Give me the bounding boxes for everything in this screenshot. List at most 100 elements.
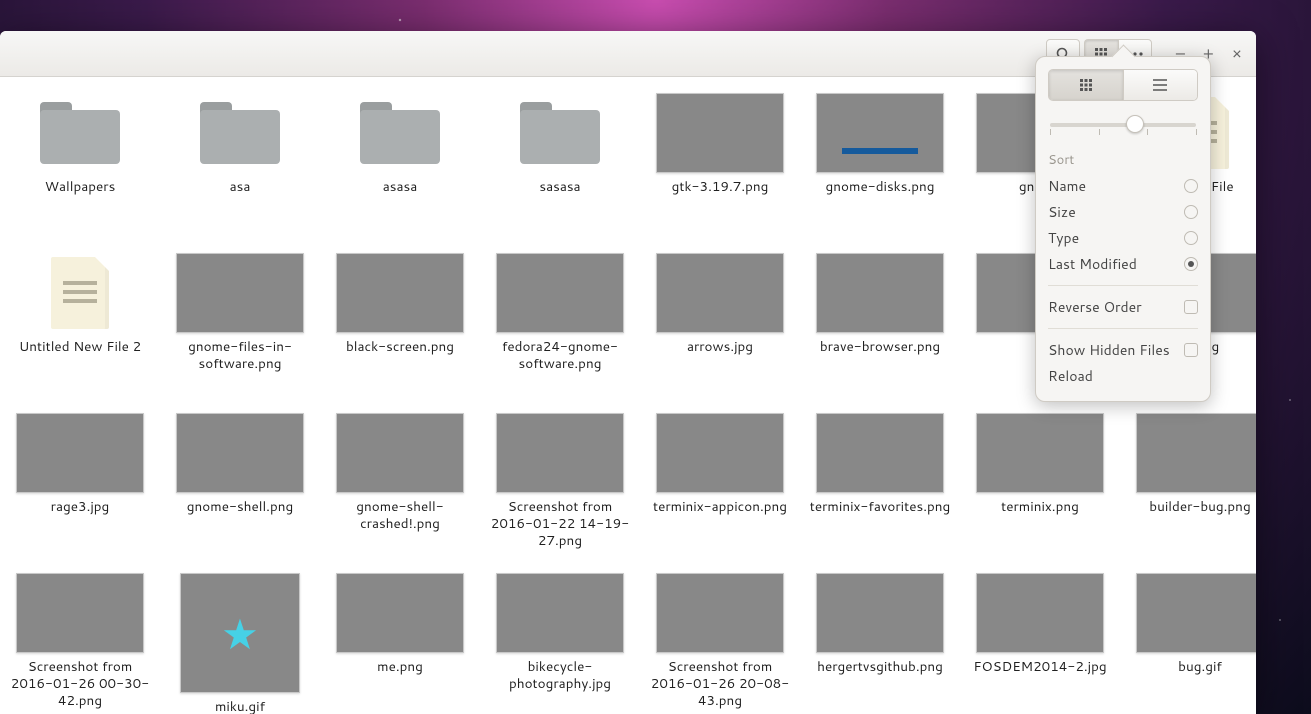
image-thumbnail (16, 413, 144, 493)
image-item[interactable]: FOSDEM2014-2.jpg (960, 569, 1120, 714)
image-thumbnail (496, 253, 624, 333)
file-label: builder-bug.png (1149, 499, 1250, 516)
image-thumbnail (816, 93, 944, 173)
image-item[interactable]: Screenshot from 2016-01-26 20-08-43.png (640, 569, 800, 714)
image-thumbnail (976, 573, 1104, 653)
image-item[interactable]: miku.gif (160, 569, 320, 714)
file-label: gnome-disks.png (826, 179, 935, 196)
file-label: bug.gif (1178, 659, 1222, 676)
file-label: terminix-favorites.png (810, 499, 950, 516)
image-thumbnail (656, 573, 784, 653)
image-thumbnail (656, 253, 784, 333)
close-button[interactable]: × (1232, 42, 1242, 65)
image-item[interactable]: gnome-shell.png (160, 409, 320, 569)
image-thumbnail (176, 253, 304, 333)
sort-option-radio[interactable] (1184, 257, 1198, 271)
sort-option-label: Last Modified (1048, 254, 1137, 274)
file-label: miku.gif (215, 699, 265, 714)
folder-icon (176, 93, 304, 173)
file-label: Untitled New File 2 (19, 339, 141, 356)
list-view-button[interactable] (1123, 70, 1198, 100)
image-item[interactable]: terminix-appicon.png (640, 409, 800, 569)
slider-track (1050, 123, 1196, 127)
slider-tick (1196, 129, 1197, 135)
folder-item[interactable]: Wallpapers (0, 89, 160, 249)
sort-option-label: Size (1048, 202, 1076, 222)
sort-option-radio[interactable] (1184, 231, 1198, 245)
icon-view-button[interactable] (1049, 70, 1123, 100)
image-item[interactable]: bikecycle-photography.jpg (480, 569, 640, 714)
image-item[interactable]: gnome-files-in-software.png (160, 249, 320, 409)
image-item[interactable]: me.png (320, 569, 480, 714)
image-thumbnail (496, 573, 624, 653)
folder-item[interactable]: sasasa (480, 89, 640, 249)
file-label: arrows.jpg (687, 339, 753, 356)
file-label: black-screen.png (346, 339, 454, 356)
slider-tick (1099, 129, 1100, 135)
image-item[interactable]: brave-browser.png (800, 249, 960, 409)
file-label: Screenshot from 2016-01-26 00-30-42.png (5, 659, 155, 710)
zoom-slider[interactable] (1050, 113, 1196, 137)
folder-item[interactable]: asa (160, 89, 320, 249)
slider-tick (1147, 129, 1148, 135)
separator (1048, 328, 1198, 329)
file-label: bikecycle-photography.jpg (485, 659, 635, 693)
image-item[interactable]: black-screen.png (320, 249, 480, 409)
image-thumbnail (816, 413, 944, 493)
image-item[interactable]: gtk-3.19.7.png (640, 89, 800, 249)
image-item[interactable]: Screenshot from 2016-01-26 00-30-42.png (0, 569, 160, 714)
slider-thumb[interactable] (1126, 115, 1144, 133)
sort-option-radio[interactable] (1184, 205, 1198, 219)
image-item[interactable]: gnome-shell-crashed!.png (320, 409, 480, 569)
reload-action[interactable]: Reload (1048, 363, 1198, 389)
view-options-popover: Sort NameSizeTypeLast Modified Reverse O… (1035, 56, 1211, 402)
separator (1048, 285, 1198, 286)
reverse-order-row[interactable]: Reverse Order (1048, 294, 1198, 320)
sort-option-size[interactable]: Size (1048, 199, 1198, 225)
grid-icon (1079, 78, 1093, 92)
reverse-order-checkbox[interactable] (1184, 300, 1198, 314)
file-label: me.png (377, 659, 423, 676)
sort-option-last-modified[interactable]: Last Modified (1048, 251, 1198, 277)
image-thumbnail (1136, 413, 1256, 493)
folder-item[interactable]: asasa (320, 89, 480, 249)
file-label: gtk-3.19.7.png (672, 179, 769, 196)
image-thumbnail (16, 573, 144, 653)
image-thumbnail (180, 573, 300, 693)
file-label: fedora24-gnome-software.png (485, 339, 635, 373)
image-item[interactable]: hergertvsgithub.png (800, 569, 960, 714)
image-thumbnail (336, 253, 464, 333)
image-item[interactable]: gnome-disks.png (800, 89, 960, 249)
textfile-item[interactable]: Untitled New File 2 (0, 249, 160, 409)
folder-icon (16, 93, 144, 173)
file-label: gnome-files-in-software.png (165, 339, 315, 373)
sort-option-type[interactable]: Type (1048, 225, 1198, 251)
image-item[interactable]: bug.gif (1120, 569, 1256, 714)
file-label: terminix-appicon.png (653, 499, 787, 516)
show-hidden-label: Show Hidden Files (1048, 340, 1170, 360)
image-thumbnail (1136, 573, 1256, 653)
show-hidden-row[interactable]: Show Hidden Files (1048, 337, 1198, 363)
image-thumbnail (656, 413, 784, 493)
file-label: brave-browser.png (820, 339, 940, 356)
folder-icon (336, 93, 464, 173)
sort-option-radio[interactable] (1184, 179, 1198, 193)
file-label: terminix.png (1001, 499, 1079, 516)
reverse-order-label: Reverse Order (1048, 297, 1142, 317)
image-thumbnail (336, 573, 464, 653)
image-item[interactable]: terminix.png (960, 409, 1120, 569)
show-hidden-checkbox[interactable] (1184, 343, 1198, 357)
file-label: asa (230, 179, 251, 196)
image-item[interactable]: rage3.jpg (0, 409, 160, 569)
slider-tick (1050, 129, 1051, 135)
file-label: Screenshot from 2016-01-26 20-08-43.png (645, 659, 795, 710)
textfile-icon (16, 253, 144, 333)
image-item[interactable]: fedora24-gnome-software.png (480, 249, 640, 409)
image-item[interactable]: builder-bug.png (1120, 409, 1256, 569)
sort-option-name[interactable]: Name (1048, 173, 1198, 199)
image-item[interactable]: Screenshot from 2016-01-22 14-19-27.png (480, 409, 640, 569)
image-item[interactable]: terminix-favorites.png (800, 409, 960, 569)
image-item[interactable]: arrows.jpg (640, 249, 800, 409)
file-label: FOSDEM2014-2.jpg (973, 659, 1106, 676)
reload-label: Reload (1048, 366, 1093, 386)
